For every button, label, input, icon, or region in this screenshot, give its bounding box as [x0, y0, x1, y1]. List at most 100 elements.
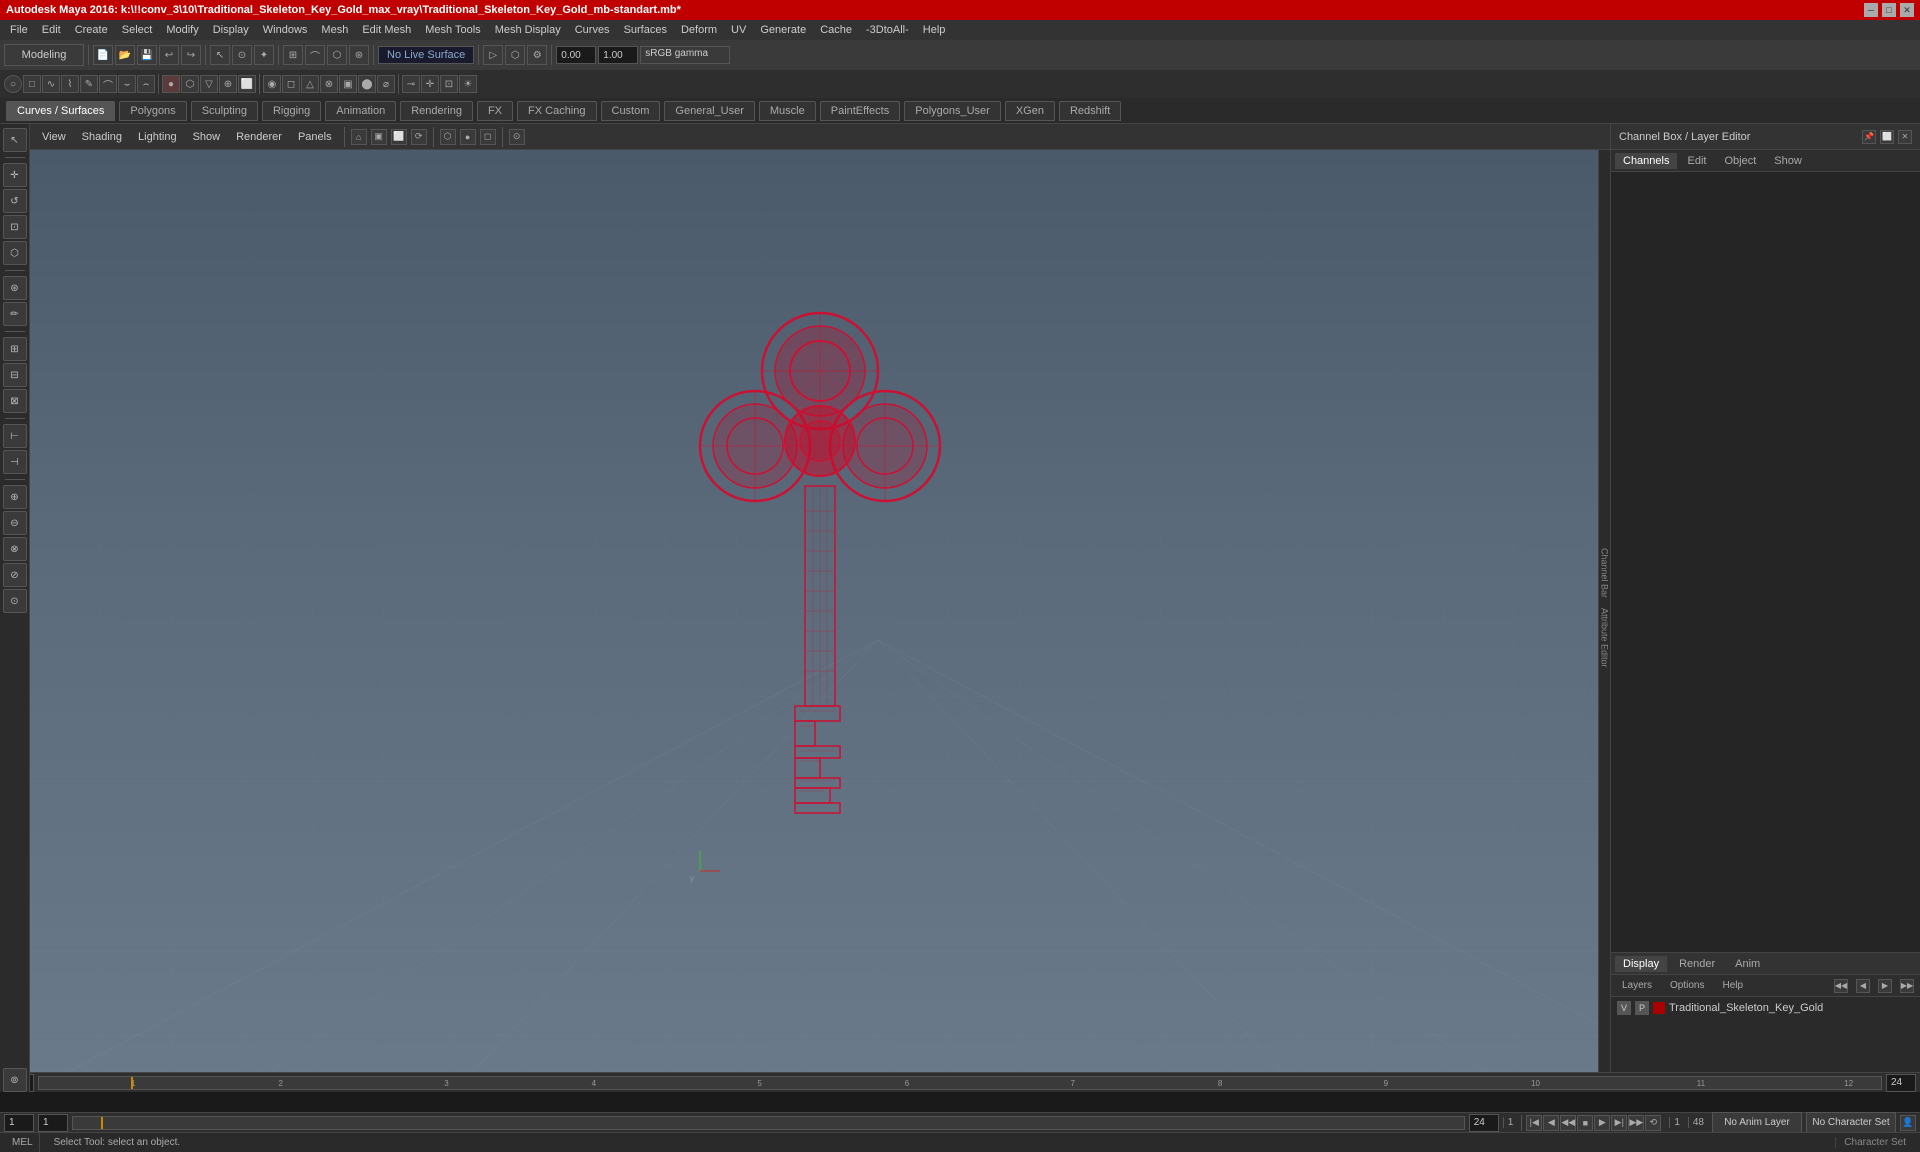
- camera-icon[interactable]: ⊡: [440, 75, 458, 93]
- play-back-btn[interactable]: ◀◀: [1560, 1115, 1576, 1131]
- menu-generate[interactable]: Generate: [754, 22, 812, 38]
- tab-custom[interactable]: Custom: [601, 101, 661, 121]
- channel-box-pin-icon[interactable]: 📌: [1862, 130, 1876, 144]
- value2-field[interactable]: [598, 46, 638, 64]
- time-start-field[interactable]: [4, 1114, 34, 1132]
- menu-cache[interactable]: Cache: [814, 22, 858, 38]
- transform-tool-btn[interactable]: ⬡: [3, 241, 27, 265]
- smooth-shade-icon[interactable]: ●: [460, 129, 476, 145]
- tab-xgen[interactable]: XGen: [1005, 101, 1055, 121]
- layer-fwd-icon[interactable]: ▶: [1878, 979, 1892, 993]
- menu-mesh[interactable]: Mesh: [315, 22, 354, 38]
- tab-muscle[interactable]: Muscle: [759, 101, 816, 121]
- tab-general-user[interactable]: General_User: [664, 101, 754, 121]
- torus-icon[interactable]: ⊕: [219, 75, 237, 93]
- poly-plane-icon[interactable]: ▣: [339, 75, 357, 93]
- new-file-icon[interactable]: 📄: [93, 45, 113, 65]
- layer-playback-btn[interactable]: P: [1635, 1001, 1649, 1015]
- arc-tool-icon[interactable]: ⌒: [99, 75, 117, 93]
- tab-redshift[interactable]: Redshift: [1059, 101, 1121, 121]
- render-icon[interactable]: ▷: [483, 45, 503, 65]
- tab-animation[interactable]: Animation: [325, 101, 396, 121]
- menu-mesh-display[interactable]: Mesh Display: [489, 22, 567, 38]
- snap-obj-side-btn[interactable]: ⊟: [3, 363, 27, 387]
- snap-point-icon[interactable]: ⬡: [327, 45, 347, 65]
- poly-disk-icon[interactable]: ⬤: [358, 75, 376, 93]
- wireframe-icon[interactable]: ◻: [480, 129, 496, 145]
- layer-prev-icon[interactable]: ◀◀: [1834, 979, 1848, 993]
- poly-sphere-icon[interactable]: ◉: [263, 75, 281, 93]
- display-tab[interactable]: Display: [1615, 956, 1667, 972]
- plane-icon[interactable]: ⬜: [238, 75, 256, 93]
- gamma-dropdown[interactable]: sRGB gamma: [640, 46, 730, 64]
- menu-help[interactable]: Help: [917, 22, 952, 38]
- paint-btn[interactable]: ✏: [3, 302, 27, 326]
- playback-range-bar[interactable]: [72, 1116, 1465, 1130]
- object-tab[interactable]: Object: [1716, 153, 1764, 169]
- attr-editor-tab[interactable]: Attribute Editor: [1599, 604, 1611, 672]
- undo-icon[interactable]: ↩: [159, 45, 179, 65]
- frame-all-icon[interactable]: ⬜: [391, 129, 407, 145]
- tab-sculpting[interactable]: Sculpting: [191, 101, 258, 121]
- layer-back-icon[interactable]: ◀: [1856, 979, 1870, 993]
- channels-tab[interactable]: Channels: [1615, 153, 1677, 169]
- menu-mesh-tools[interactable]: Mesh Tools: [419, 22, 486, 38]
- snap-grid-icon[interactable]: ⊞: [283, 45, 303, 65]
- menu-select[interactable]: Select: [116, 22, 159, 38]
- select-icon[interactable]: ↖: [210, 45, 230, 65]
- poly-torus-icon[interactable]: ⊗: [320, 75, 338, 93]
- snap-grid-side-btn[interactable]: ⊞: [3, 337, 27, 361]
- misc-btn3[interactable]: ⊗: [3, 537, 27, 561]
- menu-file[interactable]: File: [4, 22, 34, 38]
- ipr-icon[interactable]: ⬡: [505, 45, 525, 65]
- maximize-button[interactable]: □: [1882, 3, 1896, 17]
- options-sub-btn[interactable]: Options: [1665, 979, 1709, 992]
- curve-tool-icon[interactable]: ∿: [42, 75, 60, 93]
- sync-icon[interactable]: ⟳: [411, 129, 427, 145]
- bottom-side-btn[interactable]: ⊚: [3, 1068, 27, 1092]
- anim-layer-btn[interactable]: No Anim Layer: [1712, 1112, 1802, 1134]
- menu-windows[interactable]: Windows: [257, 22, 314, 38]
- snap-cv-side-btn[interactable]: ⊠: [3, 389, 27, 413]
- prev-frame-btn[interactable]: ◀: [1543, 1115, 1559, 1131]
- char-set-icon[interactable]: 👤: [1900, 1115, 1916, 1131]
- circle-shape-icon[interactable]: ○: [4, 75, 22, 93]
- panels-menu[interactable]: Panels: [292, 129, 338, 145]
- xray-icon[interactable]: ⊙: [509, 129, 525, 145]
- channel-bar-tab[interactable]: Channel Bar: [1599, 544, 1611, 602]
- display-layer-btn[interactable]: ⊢: [3, 424, 27, 448]
- sphere-icon[interactable]: ●: [162, 75, 180, 93]
- workspace-selector[interactable]: Modeling: [4, 44, 84, 66]
- tab-curves-surfaces[interactable]: Curves / Surfaces: [6, 101, 115, 121]
- menu-surfaces[interactable]: Surfaces: [618, 22, 673, 38]
- layer-end-icon[interactable]: ▶▶: [1900, 979, 1914, 993]
- snap-view-icon[interactable]: ⊛: [349, 45, 369, 65]
- char-set-btn[interactable]: No Character Set: [1806, 1112, 1896, 1134]
- paint-select-icon[interactable]: ✦: [254, 45, 274, 65]
- poly-cone-icon[interactable]: △: [301, 75, 319, 93]
- light-icon[interactable]: ☀: [459, 75, 477, 93]
- cv-curve-icon[interactable]: ⌢: [137, 75, 155, 93]
- channel-box-expand-icon[interactable]: ⬜: [1880, 130, 1894, 144]
- render-tab[interactable]: Render: [1671, 956, 1723, 972]
- timeline-end-input[interactable]: [1886, 1074, 1916, 1092]
- anim-tab[interactable]: Anim: [1727, 956, 1768, 972]
- misc-btn1[interactable]: ⊕: [3, 485, 27, 509]
- tab-painteffects[interactable]: PaintEffects: [820, 101, 901, 121]
- tab-rendering[interactable]: Rendering: [400, 101, 473, 121]
- shading-menu[interactable]: Shading: [76, 129, 128, 145]
- misc-btn5[interactable]: ⊙: [3, 589, 27, 613]
- minimize-button[interactable]: ─: [1864, 3, 1878, 17]
- time-range-end-field[interactable]: [1469, 1114, 1499, 1132]
- layers-sub-btn[interactable]: Layers: [1617, 979, 1657, 992]
- ep-curve-icon[interactable]: ⌇: [61, 75, 79, 93]
- loop-btn[interactable]: ⟲: [1645, 1115, 1661, 1131]
- view-menu[interactable]: View: [36, 129, 72, 145]
- show-tab[interactable]: Show: [1766, 153, 1810, 169]
- channel-box-close-icon[interactable]: ✕: [1898, 130, 1912, 144]
- home-view-icon[interactable]: ⌂: [351, 129, 367, 145]
- timeline-bar[interactable]: 1 2 3 4 5 6 7 8 9 10 11 12: [38, 1076, 1882, 1090]
- render-layer-btn[interactable]: ⊣: [3, 450, 27, 474]
- layer-visibility-btn[interactable]: V: [1617, 1001, 1631, 1015]
- layer-color-swatch[interactable]: [1653, 1002, 1665, 1014]
